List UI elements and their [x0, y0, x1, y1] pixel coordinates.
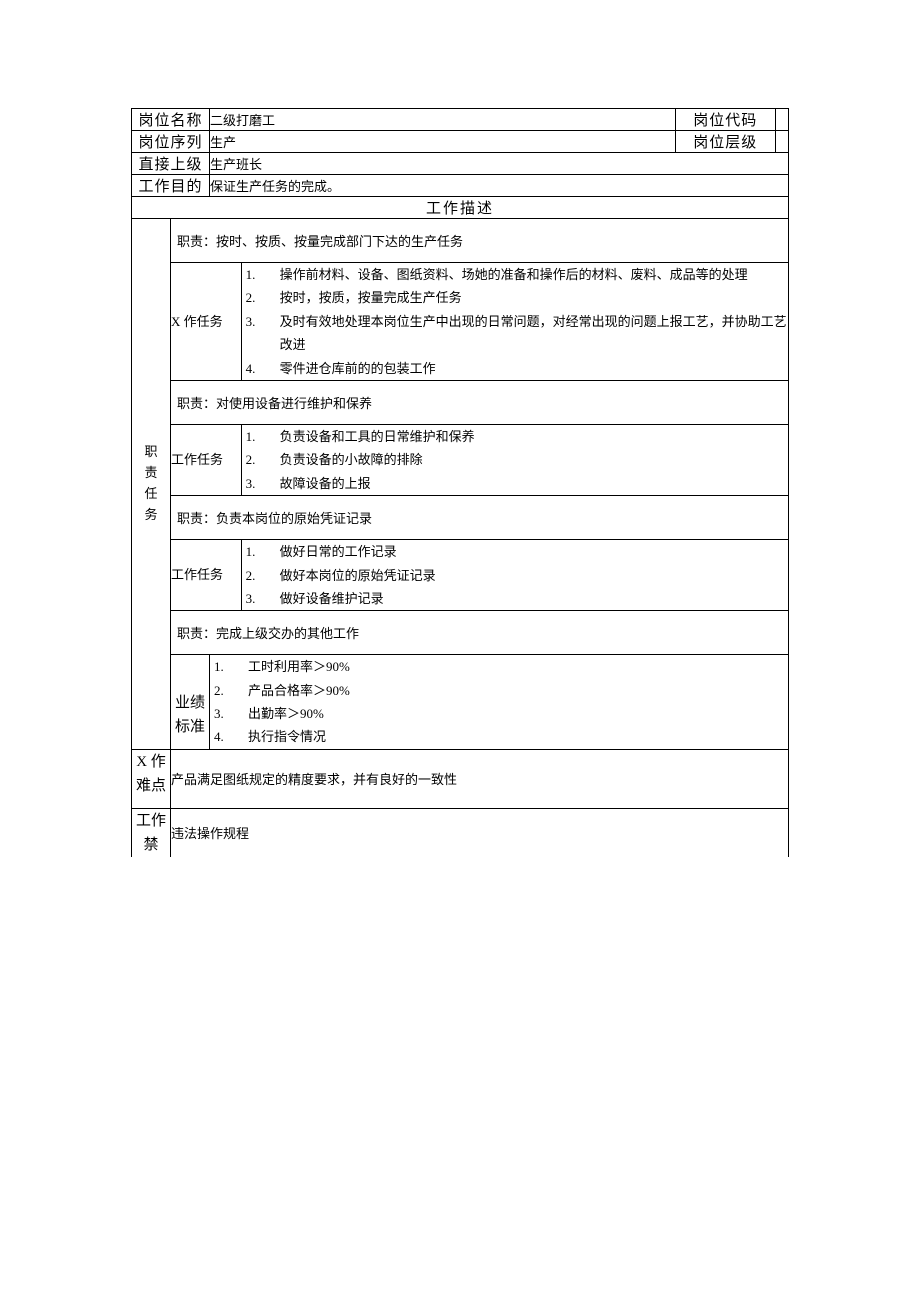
- perf-body: 1.工时利用率＞90% 2.产品合格率＞90% 3.出勤率＞90% 4.执行指令…: [210, 655, 789, 750]
- list-item: 1.工时利用率＞90%: [214, 655, 788, 678]
- row-supervisor: 直接上级 生产班长: [132, 153, 789, 175]
- duty1-task-label: X 作任务: [171, 263, 242, 381]
- item-text: 负责设备和工具的日常维护和保养: [280, 425, 475, 448]
- list-item: 2.负责设备的小故障的排除: [246, 448, 788, 471]
- duty1-list: 1.操作前材料、设备、图纸资料、场她的准备和操作后的材料、废料、成品等的处理 2…: [242, 263, 788, 380]
- pos-level-label: 岗位层级: [675, 131, 775, 153]
- purpose-value: 保证生产任务的完成。: [210, 175, 789, 197]
- duty3-title: 职责：负责本岗位的原始凭证记录: [171, 496, 789, 540]
- item-text: 做好本岗位的原始凭证记录: [280, 564, 436, 587]
- item-text: 故障设备的上报: [280, 472, 371, 495]
- difficulty-text: 产品满足图纸规定的精度要求，并有良好的一致性: [171, 749, 789, 808]
- list-item: 4.执行指令情况: [214, 725, 788, 748]
- row-difficulty: X 作难点 产品满足图纸规定的精度要求，并有良好的一致性: [132, 749, 789, 808]
- item-text: 产品合格率＞90%: [248, 679, 350, 702]
- item-text: 执行指令情况: [248, 725, 326, 748]
- row-duty3-title: 职责：负责本岗位的原始凭证记录: [132, 496, 789, 540]
- supervisor-label: 直接上级: [132, 153, 210, 175]
- duty3-task-label: 工作任务: [171, 540, 242, 611]
- list-item: 3.及时有效地处理本岗位生产中出现的日常问题，对经常出现的问题上报工艺，并协助工…: [246, 310, 788, 357]
- duty3-list: 1.做好日常的工作记录 2.做好本岗位的原始凭证记录 3.做好设备维护记录: [242, 540, 788, 610]
- pos-name-value: 二级打磨工: [210, 109, 676, 131]
- row-duty4-title: 职责：完成上级交办的其他工作: [132, 611, 789, 655]
- item-text: 零件进仓库前的的包装工作: [280, 357, 436, 380]
- row-desc-title: 工作描述: [132, 197, 789, 219]
- forbidden-label: 工作禁: [132, 808, 171, 857]
- list-item: 3.出勤率＞90%: [214, 702, 788, 725]
- duty1-task-body: 1.操作前材料、设备、图纸资料、场她的准备和操作后的材料、废料、成品等的处理 2…: [241, 263, 788, 381]
- pos-series-value: 生产: [210, 131, 676, 153]
- supervisor-value: 生产班长: [210, 153, 789, 175]
- item-text: 做好设备维护记录: [280, 587, 384, 610]
- item-text: 按时，按质，按量完成生产任务: [280, 286, 462, 309]
- item-text: 做好日常的工作记录: [280, 540, 397, 563]
- list-item: 1.操作前材料、设备、图纸资料、场她的准备和操作后的材料、废料、成品等的处理: [246, 263, 788, 286]
- list-item: 1.负责设备和工具的日常维护和保养: [246, 425, 788, 448]
- row-forbidden: 工作禁 违法操作规程: [132, 808, 789, 857]
- list-item: 3.做好设备维护记录: [246, 587, 788, 610]
- item-text: 出勤率＞90%: [248, 702, 324, 725]
- row-duty1-title: 职 责 任 务 职责：按时、按质、按量完成部门下达的生产任务: [132, 219, 789, 263]
- pos-series-label: 岗位序列: [132, 131, 210, 153]
- duty3-task-body: 1.做好日常的工作记录 2.做好本岗位的原始凭证记录 3.做好设备维护记录: [241, 540, 788, 611]
- item-text: 操作前材料、设备、图纸资料、场她的准备和操作后的材料、废料、成品等的处理: [280, 263, 748, 286]
- list-item: 1.做好日常的工作记录: [246, 540, 788, 563]
- list-item: 2.产品合格率＞90%: [214, 679, 788, 702]
- list-item: 4.零件进仓库前的的包装工作: [246, 357, 788, 380]
- row-duty2-tasks: 工作任务 1.负责设备和工具的日常维护和保养 2.负责设备的小故障的排除 3.故…: [132, 424, 789, 495]
- perf-label: 业绩标准: [171, 655, 210, 750]
- purpose-label: 工作目的: [132, 175, 210, 197]
- list-item: 2.做好本岗位的原始凭证记录: [246, 564, 788, 587]
- perf-list: 1.工时利用率＞90% 2.产品合格率＞90% 3.出勤率＞90% 4.执行指令…: [210, 655, 788, 749]
- pos-level-value: [775, 131, 788, 153]
- item-text: 负责设备的小故障的排除: [280, 448, 423, 471]
- forbidden-text: 违法操作规程: [171, 808, 789, 857]
- list-item: 3.故障设备的上报: [246, 472, 788, 495]
- duty2-title: 职责：对使用设备进行维护和保养: [171, 380, 789, 424]
- row-duty3-tasks: 工作任务 1.做好日常的工作记录 2.做好本岗位的原始凭证记录 3.做好设备维护…: [132, 540, 789, 611]
- row-pos-series: 岗位序列 生产 岗位层级: [132, 131, 789, 153]
- duty4-title: 职责：完成上级交办的其他工作: [171, 611, 789, 655]
- item-text: 及时有效地处理本岗位生产中出现的日常问题，对经常出现的问题上报工艺，并协助工艺改…: [280, 310, 788, 357]
- duty1-title: 职责：按时、按质、按量完成部门下达的生产任务: [171, 219, 789, 263]
- duty2-task-label: 工作任务: [171, 424, 242, 495]
- duties-side-label: 职 责 任 务: [132, 219, 171, 750]
- list-item: 2.按时，按质，按量完成生产任务: [246, 286, 788, 309]
- difficulty-label: X 作难点: [132, 749, 171, 808]
- item-text: 工时利用率＞90%: [248, 655, 350, 678]
- desc-title: 工作描述: [132, 197, 789, 219]
- row-pos-name: 岗位名称 二级打磨工 岗位代码: [132, 109, 789, 131]
- pos-code-label: 岗位代码: [675, 109, 775, 131]
- row-perf: 业绩标准 1.工时利用率＞90% 2.产品合格率＞90% 3.出勤率＞90% 4…: [132, 655, 789, 750]
- duty2-task-body: 1.负责设备和工具的日常维护和保养 2.负责设备的小故障的排除 3.故障设备的上…: [241, 424, 788, 495]
- row-purpose: 工作目的 保证生产任务的完成。: [132, 175, 789, 197]
- pos-code-value: [775, 109, 788, 131]
- row-duty2-title: 职责：对使用设备进行维护和保养: [132, 380, 789, 424]
- pos-name-label: 岗位名称: [132, 109, 210, 131]
- duty2-list: 1.负责设备和工具的日常维护和保养 2.负责设备的小故障的排除 3.故障设备的上…: [242, 425, 788, 495]
- job-description-table: 岗位名称 二级打磨工 岗位代码 岗位序列 生产 岗位层级 直接上级 生产班长 工…: [131, 108, 789, 857]
- row-duty1-tasks: X 作任务 1.操作前材料、设备、图纸资料、场她的准备和操作后的材料、废料、成品…: [132, 263, 789, 381]
